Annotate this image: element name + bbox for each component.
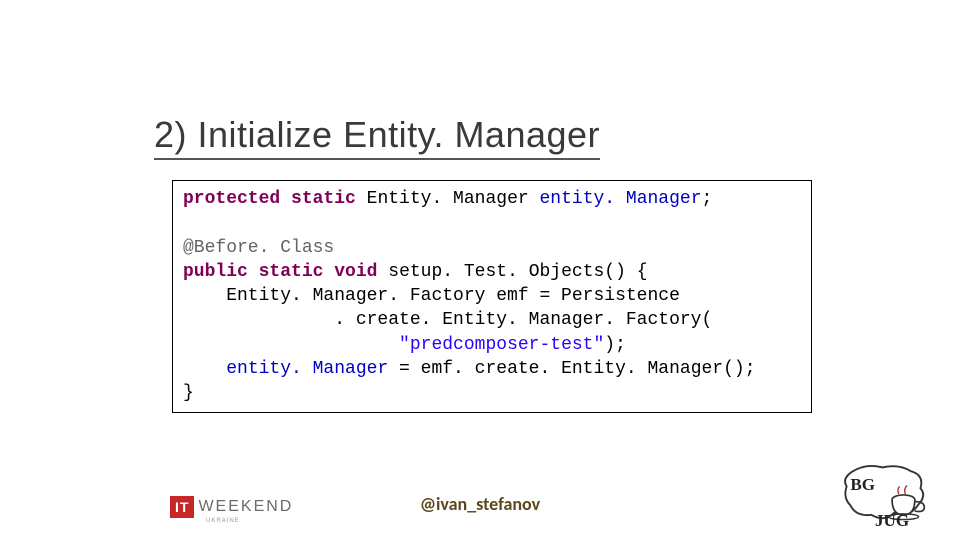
code-text: . create. Entity. Manager. Factory(	[183, 310, 712, 330]
logo-it-box: IT	[170, 496, 194, 518]
code-text: Entity. Manager	[356, 189, 540, 209]
logo-weekend-text: WEEKEND	[198, 498, 293, 516]
code-text	[183, 359, 226, 379]
keyword: static	[291, 189, 356, 209]
slide-title: 2) Initialize Entity. Manager	[154, 114, 600, 160]
code-block: protected static Entity. Manager entity.…	[172, 180, 812, 413]
code-text: setup. Test. Objects() {	[377, 262, 647, 282]
code-text	[183, 335, 399, 355]
blank-line	[183, 213, 194, 233]
keyword: void	[334, 262, 377, 282]
code-text: }	[183, 383, 194, 403]
slide: 2) Initialize Entity. Manager protected …	[0, 0, 960, 540]
code-text: = emf. create. Entity. Manager();	[388, 359, 755, 379]
code-text: ;	[702, 189, 713, 209]
annotation: @Before. Class	[183, 238, 334, 258]
keyword: protected	[183, 189, 280, 209]
it-weekend-logo: IT WEEKEND UKRAINE	[170, 496, 293, 518]
code-text: );	[604, 335, 626, 355]
bgjug-jug-text: JUG	[875, 511, 909, 530]
string-literal: "predcomposer-test"	[399, 335, 604, 355]
logo-country-text: UKRAINE	[206, 518, 240, 524]
presenter-handle: @ivan_stefanov	[0, 493, 960, 515]
keyword: public	[183, 262, 248, 282]
keyword: static	[259, 262, 324, 282]
bg-jug-logo: BG JUG	[837, 458, 932, 530]
bgjug-bg-text: BG	[850, 475, 875, 494]
field: entity. Manager	[539, 189, 701, 209]
field: entity. Manager	[226, 359, 388, 379]
code-text: Entity. Manager. Factory emf = Persisten…	[183, 286, 680, 306]
